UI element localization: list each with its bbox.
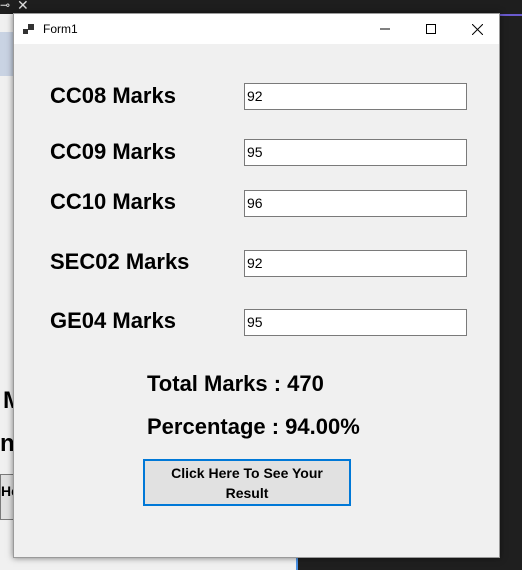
cc08-input[interactable]: 92 (244, 83, 467, 110)
close-icon (471, 23, 483, 35)
ge04-label: GE04 Marks (50, 308, 176, 333)
sec02-label: SEC02 Marks (50, 249, 190, 274)
title-bar[interactable]: Form1 (14, 14, 499, 44)
sec02-input[interactable]: 92 (244, 250, 467, 277)
form-window: Form1 CC08 Marks 92 CC09 Marks 95 CC10 M… (13, 13, 500, 558)
background-topstrip: ⊸ ✕ (0, 0, 522, 14)
ge04-input[interactable]: 95 (244, 309, 467, 336)
total-marks-text: Total Marks : 470 (147, 371, 324, 396)
cc08-label: CC08 Marks (50, 83, 176, 108)
maximize-icon (426, 24, 436, 34)
background-accent-line (296, 557, 298, 570)
accent-line (500, 14, 522, 16)
cc09-label: CC09 Marks (50, 139, 176, 164)
background-right-edge (500, 14, 522, 570)
pin-icon[interactable]: ⊸ (0, 0, 10, 12)
see-result-button[interactable]: Click Here To See Your Result (143, 459, 351, 506)
minimize-button[interactable] (362, 14, 408, 44)
cc10-label: CC10 Marks (50, 189, 176, 214)
cc10-input[interactable]: 96 (244, 190, 467, 217)
cc09-input[interactable]: 95 (244, 139, 467, 166)
close-button[interactable] (454, 14, 500, 44)
app-icon (23, 24, 34, 34)
percentage-text: Percentage : 94.00% (147, 414, 360, 439)
maximize-button[interactable] (408, 14, 454, 44)
minimize-icon (380, 28, 390, 30)
window-title: Form1 (43, 22, 78, 36)
close-icon[interactable]: ✕ (17, 0, 29, 14)
background-band (0, 32, 14, 76)
